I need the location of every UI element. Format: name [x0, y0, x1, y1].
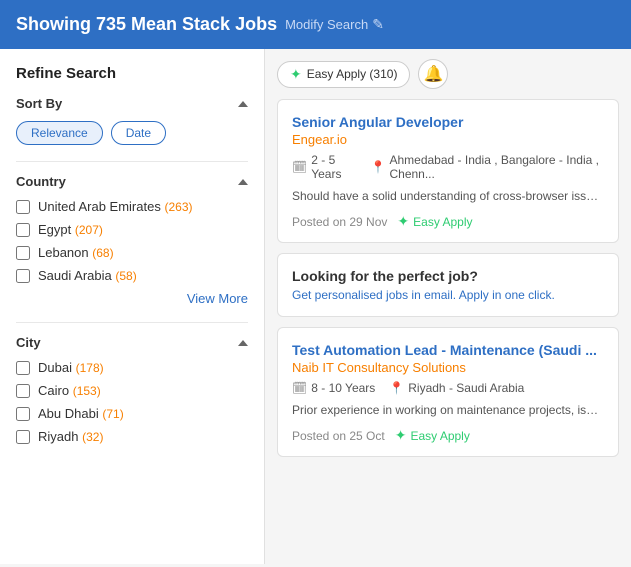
easy-apply-filter-icon: ✦ [290, 66, 302, 83]
job-title-1[interactable]: Senior Angular Developer [292, 114, 604, 130]
sort-by-chevron-icon [238, 101, 248, 107]
main-layout: Refine Search Sort By Relevance Date Cou… [0, 49, 631, 564]
ea-icon-2: ✦ [395, 427, 407, 444]
ea-label-1: Easy Apply [413, 215, 472, 229]
promo-title: Looking for the perfect job? [292, 268, 604, 284]
country-saudi-checkbox[interactable] [16, 269, 30, 283]
job-card-1[interactable]: Senior Angular Developer Engear.io 🗓 2 -… [277, 99, 619, 243]
promo-desc: Get personalised jobs in email. Apply in… [292, 288, 604, 302]
city-label: City [16, 335, 41, 350]
city-abudhabi: Abu Dhabi (71) [16, 406, 248, 421]
location-meta-1: 📍 Ahmedabad - India , Bangalore - India … [371, 153, 604, 181]
country-view-more[interactable]: View More [16, 291, 248, 306]
filter-bar: ✦ Easy Apply (310) 🔔 [277, 59, 619, 89]
location-icon-1: 📍 [371, 160, 386, 174]
posted-date-1: Posted on 29 Nov [292, 215, 387, 229]
city-dubai: Dubai (178) [16, 360, 248, 375]
calendar-icon-1: 🗓 [292, 160, 307, 174]
job-meta-2: 🗓 8 - 10 Years 📍 Riyadh - Saudi Arabia [292, 381, 604, 395]
easy-apply-filter[interactable]: ✦ Easy Apply (310) [277, 61, 410, 88]
notification-icon: 🔔 [423, 64, 443, 84]
country-uae-label: United Arab Emirates (263) [38, 199, 192, 214]
easy-apply-tag-1[interactable]: ✦ Easy Apply [397, 213, 472, 230]
city-cairo: Cairo (153) [16, 383, 248, 398]
country-header: Country [16, 174, 248, 189]
notification-button[interactable]: 🔔 [418, 59, 448, 89]
ea-label-2: Easy Apply [410, 429, 469, 443]
city-riyadh-label: Riyadh (32) [38, 429, 103, 444]
city-riyadh-checkbox[interactable] [16, 430, 30, 444]
city-riyadh: Riyadh (32) [16, 429, 248, 444]
job-desc-1: Should have a solid understanding of cro… [292, 187, 604, 205]
city-section: City Dubai (178) Cairo (153) [16, 335, 248, 444]
country-lebanon-checkbox[interactable] [16, 246, 30, 260]
location-value-1: Ahmedabad - India , Bangalore - India , … [389, 153, 604, 181]
city-chevron-icon [238, 340, 248, 346]
sort-relevance-button[interactable]: Relevance [16, 121, 103, 145]
country-saudi: Saudi Arabia (58) [16, 268, 248, 283]
city-cairo-label: Cairo (153) [38, 383, 101, 398]
right-panel: ✦ Easy Apply (310) 🔔 Senior Angular Deve… [265, 49, 631, 564]
job-footer-2: Posted on 25 Oct ✦ Easy Apply [292, 427, 604, 444]
sort-buttons: Relevance Date [16, 121, 248, 145]
country-label: Country [16, 174, 66, 189]
easy-apply-filter-label: Easy Apply (310) [307, 67, 398, 81]
page-title: Showing 735 Mean Stack Jobs [16, 14, 277, 35]
job-desc-2: Prior experience in working on maintenan… [292, 401, 604, 419]
ea-icon-1: ✦ [397, 213, 409, 230]
location-meta-2: 📍 Riyadh - Saudi Arabia [389, 381, 524, 395]
city-dubai-checkbox[interactable] [16, 361, 30, 375]
job-title-2[interactable]: Test Automation Lead - Maintenance (Saud… [292, 342, 604, 358]
page-header: Showing 735 Mean Stack Jobs Modify Searc… [0, 0, 631, 49]
country-uae-checkbox[interactable] [16, 200, 30, 214]
location-icon-2: 📍 [389, 381, 404, 395]
country-section: Country United Arab Emirates (263) Egypt… [16, 174, 248, 306]
company-name-1: Engear.io [292, 132, 604, 147]
location-value-2: Riyadh - Saudi Arabia [408, 381, 524, 395]
experience-value-1: 2 - 5 Years [311, 153, 356, 181]
company-name-2: Naib IT Consultancy Solutions [292, 360, 604, 375]
country-lebanon-label: Lebanon (68) [38, 245, 114, 260]
city-cairo-checkbox[interactable] [16, 384, 30, 398]
country-egypt-label: Egypt (207) [38, 222, 103, 237]
country-uae: United Arab Emirates (263) [16, 199, 248, 214]
easy-apply-tag-2[interactable]: ✦ Easy Apply [395, 427, 470, 444]
sort-by-section: Sort By Relevance Date [16, 96, 248, 145]
country-lebanon: Lebanon (68) [16, 245, 248, 260]
pencil-icon: ✎ [372, 16, 384, 33]
city-dubai-label: Dubai (178) [38, 360, 104, 375]
job-meta-1: 🗓 2 - 5 Years 📍 Ahmedabad - India , Bang… [292, 153, 604, 181]
sort-by-label: Sort By [16, 96, 62, 111]
country-egypt-checkbox[interactable] [16, 223, 30, 237]
job-footer-1: Posted on 29 Nov ✦ Easy Apply [292, 213, 604, 230]
sort-by-header: Sort By [16, 96, 248, 111]
sidebar-title: Refine Search [16, 65, 248, 82]
city-abudhabi-label: Abu Dhabi (71) [38, 406, 124, 421]
country-egypt: Egypt (207) [16, 222, 248, 237]
job-card-2[interactable]: Test Automation Lead - Maintenance (Saud… [277, 327, 619, 457]
posted-date-2: Posted on 25 Oct [292, 429, 385, 443]
modify-search-link[interactable]: Modify Search ✎ [285, 16, 384, 33]
divider-1 [16, 161, 248, 162]
experience-value-2: 8 - 10 Years [311, 381, 375, 395]
city-abudhabi-checkbox[interactable] [16, 407, 30, 421]
city-header: City [16, 335, 248, 350]
sort-date-button[interactable]: Date [111, 121, 166, 145]
experience-meta-1: 🗓 2 - 5 Years [292, 153, 357, 181]
country-chevron-icon [238, 179, 248, 185]
promo-card: Looking for the perfect job? Get persona… [277, 253, 619, 317]
modify-search-label: Modify Search [285, 17, 368, 32]
divider-2 [16, 322, 248, 323]
calendar-icon-2: 🗓 [292, 381, 307, 395]
country-saudi-label: Saudi Arabia (58) [38, 268, 137, 283]
experience-meta-2: 🗓 8 - 10 Years [292, 381, 375, 395]
sidebar: Refine Search Sort By Relevance Date Cou… [0, 49, 265, 564]
